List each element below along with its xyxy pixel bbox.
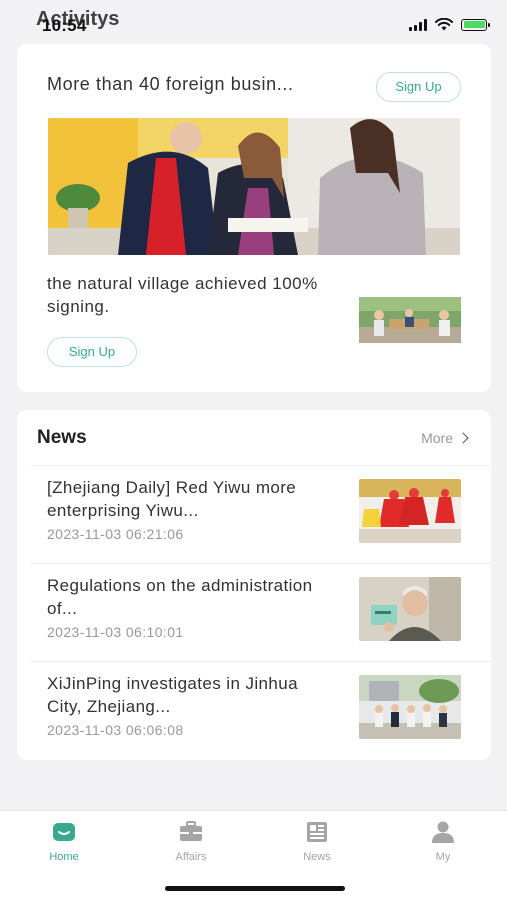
news-list-item[interactable]: [Zhejiang Daily] Red Yiwu more enterpris… — [17, 466, 491, 564]
sign-up-button[interactable]: Sign Up — [376, 72, 461, 102]
tab-my[interactable]: My — [403, 821, 483, 863]
news-item-title: [Zhejiang Daily] Red Yiwu more enterpris… — [47, 478, 297, 520]
news-item-thumbnail — [359, 577, 461, 641]
tab-affairs-label: Affairs — [175, 851, 207, 863]
news-list-item[interactable]: XiJinPing investigates in Jinhua City, Z… — [17, 662, 491, 760]
status-time: 10:54 — [42, 16, 87, 35]
activity-thumbnail[interactable] — [359, 297, 461, 343]
home-icon — [53, 823, 75, 841]
news-section-title: News — [37, 427, 87, 448]
tab-my-label: My — [435, 851, 451, 863]
activity-title[interactable]: More than 40 foreign busin... — [47, 74, 294, 95]
tab-home-label: Home — [49, 851, 79, 863]
tab-affairs[interactable]: Affairs — [151, 821, 231, 863]
battery-icon — [461, 18, 490, 31]
news-item-date: 2023-11-03 06:06:08 — [47, 722, 184, 738]
activities-card: More than 40 foreign busin... Sign Up th… — [17, 44, 491, 392]
person-icon — [432, 821, 454, 843]
more-link[interactable]: More — [421, 430, 469, 446]
status-icons — [409, 18, 490, 31]
chevron-right-icon — [457, 432, 469, 444]
more-label: More — [421, 430, 453, 446]
tab-news-label: News — [303, 851, 331, 863]
news-item-title: XiJinPing investigates in Jinhua City, Z… — [47, 674, 298, 716]
activity-hero-image[interactable] — [48, 118, 460, 255]
signal-icon — [409, 18, 427, 31]
news-item-thumbnail — [359, 479, 461, 543]
briefcase-icon — [180, 821, 202, 841]
news-item-title: Regulations on the administration of... — [47, 576, 313, 618]
tab-news[interactable]: News — [277, 821, 357, 863]
news-item-thumbnail — [359, 675, 461, 739]
news-item-date: 2023-11-03 06:10:01 — [47, 624, 184, 640]
news-card: News More [Zhejiang Daily] Red Yiwu more… — [17, 410, 491, 760]
activity-text[interactable]: the natural village achieved 100% signin… — [47, 272, 347, 318]
status-bar: Activitys 10:54 — [0, 0, 507, 44]
newspaper-icon — [307, 822, 327, 842]
news-list-item[interactable]: Regulations on the administration of... … — [17, 564, 491, 662]
tab-home[interactable]: Home — [24, 821, 104, 863]
home-indicator — [165, 886, 345, 891]
sign-up-button[interactable]: Sign Up — [47, 337, 137, 367]
wifi-icon — [435, 18, 453, 31]
news-item-date: 2023-11-03 06:21:06 — [47, 526, 184, 542]
